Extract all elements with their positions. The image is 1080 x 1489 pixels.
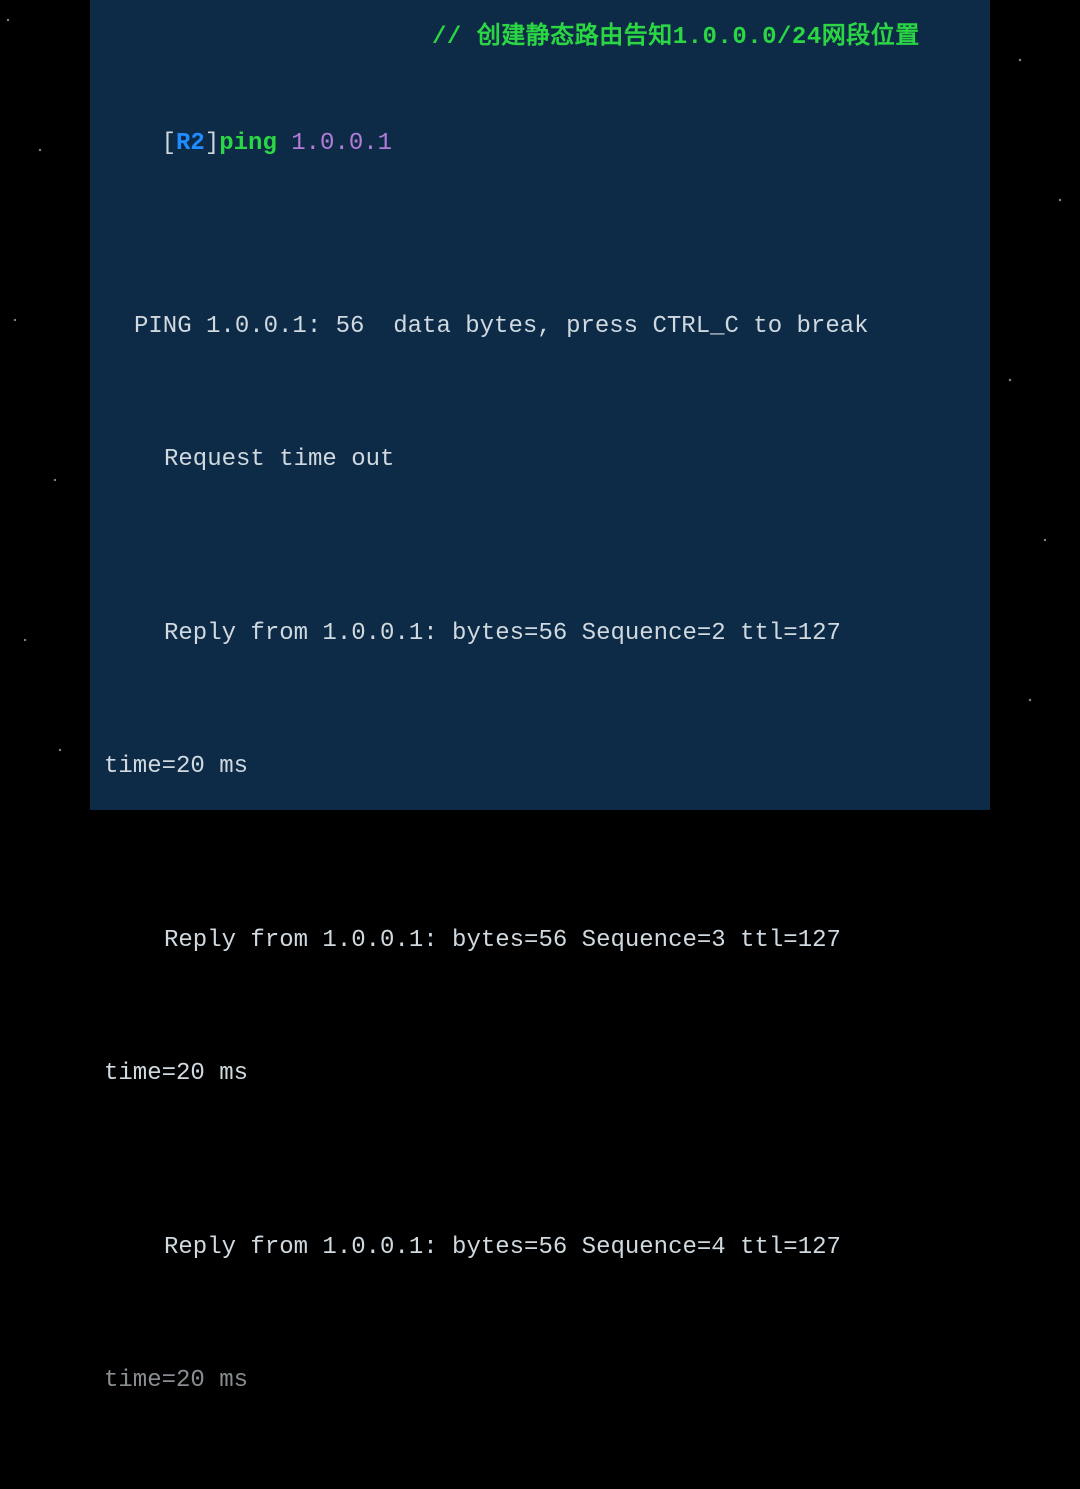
prompt-command: ping (219, 130, 277, 157)
prompt-close-bracket: ] (205, 130, 219, 157)
prompt-line[interactable]: [R2]ping 1.0.0.1 (104, 83, 976, 205)
prompt-argument: 1.0.0.1 (291, 130, 392, 157)
ping-reply-head: Reply from 1.0.0.1: bytes=56 Sequence=2 … (104, 608, 976, 660)
prompt-router: R2 (176, 130, 205, 157)
ping-reply-tail: time=20 ms (104, 1355, 976, 1407)
ping-header: PING 1.0.0.1: 56 data bytes, press CTRL_… (104, 301, 976, 353)
terminal-panel: // 创建静态路由告知1.0.0.0/24网段位置 [R2]ping 1.0.0… (90, 0, 990, 810)
ping-reply-tail: time=20 ms (104, 1048, 976, 1100)
ping-output: PING 1.0.0.1: 56 data bytes, press CTRL_… (104, 219, 976, 1488)
prompt-open-bracket: [ (162, 130, 176, 157)
route-comment: // 创建静态路由告知1.0.0.0/24网段位置 (104, 18, 976, 59)
ping-timeout: Request time out (104, 434, 976, 486)
ping-reply-head: Reply from 1.0.0.1: bytes=56 Sequence=4 … (104, 1222, 976, 1274)
ping-reply-tail: time=20 ms (104, 741, 976, 793)
ping-reply-head: Reply from 1.0.0.1: bytes=56 Sequence=3 … (104, 915, 976, 967)
